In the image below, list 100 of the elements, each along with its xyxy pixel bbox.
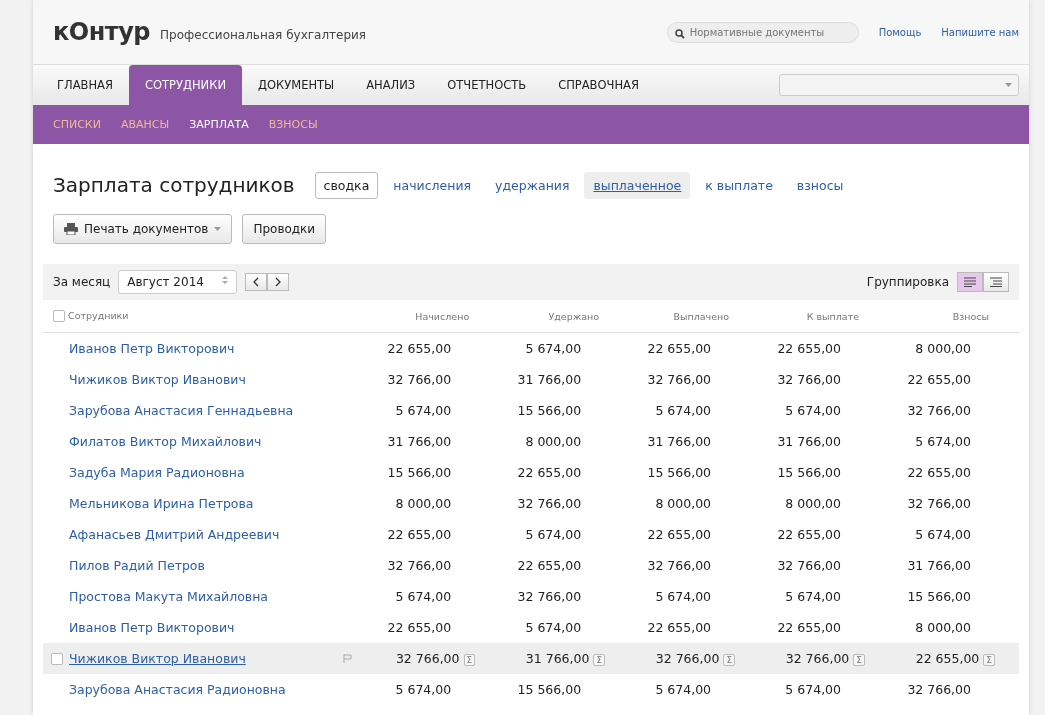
employee-name-link[interactable]: Мельникова Ирина Петрова	[69, 496, 254, 511]
sum-button[interactable]: Σ	[593, 654, 606, 666]
amount-cell: 32 766,00	[647, 558, 712, 573]
amount-cell: 15 566,00	[387, 465, 452, 480]
amount-cell: 15 566,00	[777, 465, 841, 480]
nav-tab[interactable]: ОТЧЕТНОСТЬ	[431, 65, 543, 105]
amount-cell: 32 766,00	[655, 651, 720, 666]
amount-cell: 22 655,00	[647, 527, 712, 542]
amount-cell: 22 655,00	[907, 465, 971, 480]
amount-cell: 15 566,00	[907, 589, 971, 604]
amount-cell: 31 766,00	[525, 651, 590, 666]
next-button[interactable]	[266, 273, 289, 291]
column-header: Удержано	[548, 310, 600, 322]
amount-cell: 8 000,00	[395, 496, 452, 511]
amount-cell: 32 766,00	[395, 651, 460, 666]
lines-icon	[964, 277, 976, 287]
view-tab[interactable]: удержания	[486, 171, 579, 199]
nav-tab[interactable]: СПРАВОЧНАЯ	[542, 65, 655, 105]
nav-tab[interactable]: АНАЛИЗ	[350, 65, 432, 105]
amount-cell: 32 766,00	[907, 403, 971, 418]
table-row[interactable]: Чижиков Виктор Иванович 32 766,00 Σ 31 766,00 Σ 32 766,00 Σ 32 766,00 Σ 22 655,00 Σ	[43, 643, 1019, 674]
select-all-checkbox[interactable]	[53, 310, 65, 323]
column-header: Выплачено	[673, 310, 730, 322]
employee-name-link[interactable]: Иванов Петр Викторович	[69, 620, 235, 635]
period-select[interactable]: Август 2014	[118, 270, 237, 294]
amount-cell: 22 655,00	[517, 465, 582, 480]
period-label: За месяц	[53, 275, 111, 289]
amount-cell: 32 766,00	[785, 651, 850, 666]
table-row[interactable]: Задуба Мария Радионовна 15 566,00 22 655,00 15 566,00 15 566,00 22 655,00	[43, 457, 1019, 488]
view-tab[interactable]: сводка	[314, 171, 379, 199]
amount-cell: 22 655,00	[907, 372, 971, 387]
table-row[interactable]: Мельникова Ирина Петрова 8 000,00 32 766,00 8 000,00 8 000,00 32 766,00	[43, 488, 1019, 519]
employee-name-link[interactable]: Задуба Мария Радионовна	[69, 465, 245, 480]
view-tab[interactable]: взносы	[787, 171, 853, 199]
amount-cell: 8 000,00	[915, 341, 971, 356]
table-row[interactable]: Иванов Петр Викторович 22 655,00 5 674,00 22 655,00 22 655,00 8 000,00	[43, 332, 1019, 364]
page-title: Зарплата сотрудников	[53, 173, 295, 197]
column-header: Взносы	[952, 310, 989, 322]
printer-icon	[64, 223, 78, 235]
nav-tab[interactable]: ДОКУМЕНТЫ	[242, 65, 351, 105]
amount-cell: 32 766,00	[907, 496, 971, 511]
row-checkbox[interactable]	[51, 653, 63, 665]
amount-cell: 5 674,00	[395, 682, 452, 697]
caret-icon	[214, 227, 222, 231]
view-tab[interactable]: начисления	[384, 171, 481, 199]
amount-cell: 22 655,00	[915, 651, 980, 666]
amount-cell: 22 655,00	[517, 558, 582, 573]
postings-button[interactable]: Проводки	[242, 214, 327, 244]
employee-name-link[interactable]: Чижиков Виктор Иванович	[69, 372, 246, 387]
flag-icon	[343, 654, 352, 663]
product-subtitle: Профессиональная бухгалтерия	[160, 28, 367, 42]
view-tab[interactable]: выплаченное	[584, 171, 691, 199]
print-button[interactable]: Печать документов	[53, 214, 233, 244]
sum-button[interactable]: Σ	[853, 654, 865, 666]
table-row[interactable]: Иванов Петр Викторович 22 655,00 5 674,00 22 655,00 22 655,00 8 000,00	[43, 612, 1019, 643]
previous-button[interactable]	[244, 273, 267, 291]
amount-cell: 31 766,00	[517, 372, 582, 387]
amount-cell: 22 655,00	[387, 341, 452, 356]
column-header: Сотрудники	[68, 309, 129, 321]
table-row[interactable]: Зарубова Анастасия Геннадьевна 5 674,00 15 566,00 5 674,00 5 674,00 32 766,00	[43, 395, 1019, 426]
employee-name-link[interactable]: Зарубова Анастасия Геннадьевна	[69, 403, 294, 418]
column-header: Начислено	[415, 310, 470, 322]
amount-cell: 8 000,00	[785, 496, 841, 511]
employee-name-link[interactable]: Зарубова Анастасия Радионовна	[69, 682, 286, 697]
header-link[interactable]: Напишите нам	[941, 26, 1019, 38]
table-row[interactable]: Афанасьев Дмитрий Андреевич 22 655,00 5 674,00 22 655,00 22 655,00 5 674,00	[43, 519, 1019, 550]
employee-name-link[interactable]: Филатов Виктор Михайлович	[69, 434, 262, 449]
employee-name-link[interactable]: Иванов Петр Викторович	[69, 341, 235, 356]
amount-cell: 22 655,00	[777, 527, 841, 542]
amount-cell: 5 674,00	[525, 341, 582, 356]
amount-cell: 5 674,00	[655, 403, 712, 418]
amount-cell: 15 566,00	[517, 403, 582, 418]
amount-cell: 22 655,00	[777, 620, 841, 635]
sum-button[interactable]: Σ	[723, 654, 736, 666]
employee-name-link[interactable]: Пилов Радий Петров	[69, 558, 205, 573]
search-field[interactable]: Нормативные документы	[666, 21, 859, 43]
employee-name-link[interactable]: Простова Макута Михайловна	[69, 589, 269, 604]
header-link[interactable]: Помощь	[878, 26, 922, 38]
table-row[interactable]: Зарубова Анастасия Радионовна 5 674,00 15 566,00 5 674,00 5 674,00 32 766,00	[43, 674, 1019, 705]
table-row[interactable]: Чижиков Виктор Иванович 32 766,00 31 766,00 32 766,00 32 766,00 22 655,00	[43, 364, 1019, 395]
amount-cell: 22 655,00	[647, 341, 712, 356]
employee-name-link[interactable]: Афанасьев Дмитрий Андреевич	[69, 527, 280, 542]
amount-cell: 5 674,00	[525, 527, 582, 542]
sum-button[interactable]: Σ	[463, 654, 476, 666]
table-row[interactable]: Пилов Радий Петров 32 766,00 22 655,00 32 766,00 32 766,00 31 766,00	[43, 550, 1019, 581]
amount-cell: 22 655,00	[387, 620, 452, 635]
subnav-tab[interactable]: ЗАРПЛАТА	[179, 118, 259, 131]
organization-dropdown[interactable]	[779, 74, 1019, 96]
sum-button[interactable]: Σ	[983, 654, 995, 666]
tree-list-button[interactable]	[983, 272, 1009, 292]
nav-tab[interactable]: СОТРУДНИКИ	[128, 65, 242, 105]
view-tab[interactable]: к выплате	[696, 171, 782, 199]
nav-tab[interactable]: ГЛАВНАЯ	[41, 65, 129, 105]
table-row[interactable]: Простова Макута Михайловна 5 674,00 32 766,00 5 674,00 5 674,00 15 566,00	[43, 581, 1019, 612]
amount-cell: 5 674,00	[785, 682, 841, 697]
table-row[interactable]: Филатов Виктор Михайлович 31 766,00 8 000,00 31 766,00 31 766,00 5 674,00	[43, 426, 1019, 457]
chevron-left-icon	[252, 277, 259, 287]
amount-cell: 32 766,00	[907, 682, 971, 697]
amount-cell: 22 655,00	[647, 620, 712, 635]
amount-cell: 5 674,00	[785, 589, 841, 604]
